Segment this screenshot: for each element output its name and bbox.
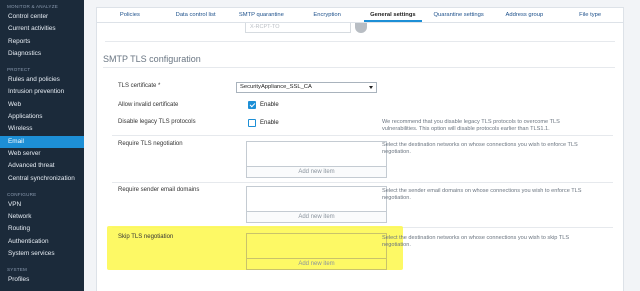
skip-tls-help: Select the destination networks on whose… (382, 235, 570, 248)
sidebar-item-applications[interactable]: Applications (0, 111, 84, 123)
sidebar-item-advanced-threat[interactable]: Advanced threat (0, 160, 84, 172)
sidebar-item-central-synchronization[interactable]: Central synchronization (0, 173, 84, 185)
require-sender-list-area[interactable] (247, 187, 386, 211)
divider (105, 41, 615, 42)
sidebar-item-intrusion-prevention[interactable]: Intrusion prevention (0, 86, 84, 98)
tls-certificate-select[interactable]: SecurityAppliance_SSL_CA (236, 82, 377, 93)
skip-tls-list-area[interactable] (247, 234, 386, 258)
tab-encryption[interactable]: Encryption (294, 8, 360, 22)
header-field-toggle[interactable] (355, 23, 367, 33)
allow-invalid-label: Allow invalid certificate (118, 102, 179, 108)
disable-legacy-help: We recommend that you disable legacy TLS… (382, 119, 560, 132)
skip-tls-list[interactable]: Add new item (246, 233, 387, 270)
allow-invalid-enable-label: Enable (260, 102, 279, 108)
sidebar-section-monitor: MONITOR & ANALYZE (7, 4, 58, 9)
section-divider (103, 67, 615, 68)
chevron-down-icon (369, 86, 373, 89)
sidebar-item-rules-and-policies[interactable]: Rules and policies (0, 74, 84, 86)
tab-general-settings[interactable]: General settings (360, 8, 426, 22)
tab-address-group[interactable]: Address group (492, 8, 558, 22)
sidebar: MONITOR & ANALYZE Control center Current… (0, 0, 84, 291)
row-divider (112, 135, 613, 136)
require-tls-add-button[interactable]: Add new item (247, 166, 386, 177)
sidebar-item-wireless[interactable]: Wireless (0, 123, 84, 135)
require-tls-help: Select the destination networks on whose… (382, 142, 578, 155)
sidebar-item-vpn[interactable]: VPN (0, 199, 84, 211)
sidebar-item-routing[interactable]: Routing (0, 223, 84, 235)
require-sender-help: Select the sender email domains on whose… (382, 188, 582, 201)
disable-legacy-checkbox[interactable] (248, 119, 256, 127)
tab-data-control-list[interactable]: Data control list (163, 8, 229, 22)
section-title: SMTP TLS configuration (103, 54, 201, 64)
disable-legacy-label: Disable legacy TLS protocols (118, 119, 196, 125)
disable-legacy-enable-label: Enable (260, 120, 279, 126)
sidebar-item-web-server[interactable]: Web server (0, 148, 84, 160)
require-sender-add-button[interactable]: Add new item (247, 211, 386, 222)
tab-quarantine-settings[interactable]: Quarantine settings (426, 8, 492, 22)
sidebar-section-configure: CONFIGURE (7, 191, 37, 197)
require-tls-list[interactable]: Add new item (246, 141, 387, 178)
sidebar-item-system-services[interactable]: System services (0, 248, 84, 260)
sidebar-item-current-activities[interactable]: Current activities (0, 23, 84, 35)
header-field-input[interactable]: X-RCPT-TO (245, 23, 351, 33)
main-content: Policies Data control list SMTP quaranti… (84, 0, 640, 291)
sidebar-item-reports[interactable]: Reports (0, 36, 84, 48)
sidebar-item-diagnostics[interactable]: Diagnostics (0, 48, 84, 60)
tls-certificate-label: TLS certificate * (118, 83, 161, 89)
require-tls-label: Require TLS negotiation (118, 141, 183, 147)
sidebar-item-web[interactable]: Web (0, 99, 84, 111)
require-sender-label: Require sender email domains (118, 187, 200, 193)
require-sender-list[interactable]: Add new item (246, 186, 387, 223)
sidebar-section-protect: PROTECT (7, 67, 31, 73)
tab-policies[interactable]: Policies (97, 8, 163, 22)
sidebar-item-authentication[interactable]: Authentication (0, 236, 84, 248)
skip-tls-add-button[interactable]: Add new item (247, 258, 386, 269)
allow-invalid-checkbox[interactable] (248, 101, 256, 109)
tab-bar: Policies Data control list SMTP quaranti… (96, 7, 624, 23)
tab-smtp-quarantine[interactable]: SMTP quarantine (229, 8, 295, 22)
tab-file-type[interactable]: File type (557, 8, 623, 22)
require-tls-list-area[interactable] (247, 142, 386, 166)
row-divider (112, 182, 613, 183)
sidebar-item-profiles[interactable]: Profiles (0, 274, 84, 286)
settings-panel: X-RCPT-TO SMTP TLS configuration TLS cer… (96, 23, 624, 291)
sidebar-section-system: SYSTEM (7, 267, 28, 273)
sidebar-item-email[interactable]: Email (0, 135, 84, 148)
tls-certificate-value: SecurityAppliance_SSL_CA (240, 84, 312, 90)
skip-tls-label: Skip TLS negotiation (118, 234, 174, 240)
sidebar-item-control-center[interactable]: Control center (0, 11, 84, 23)
sidebar-item-network[interactable]: Network (0, 211, 84, 223)
